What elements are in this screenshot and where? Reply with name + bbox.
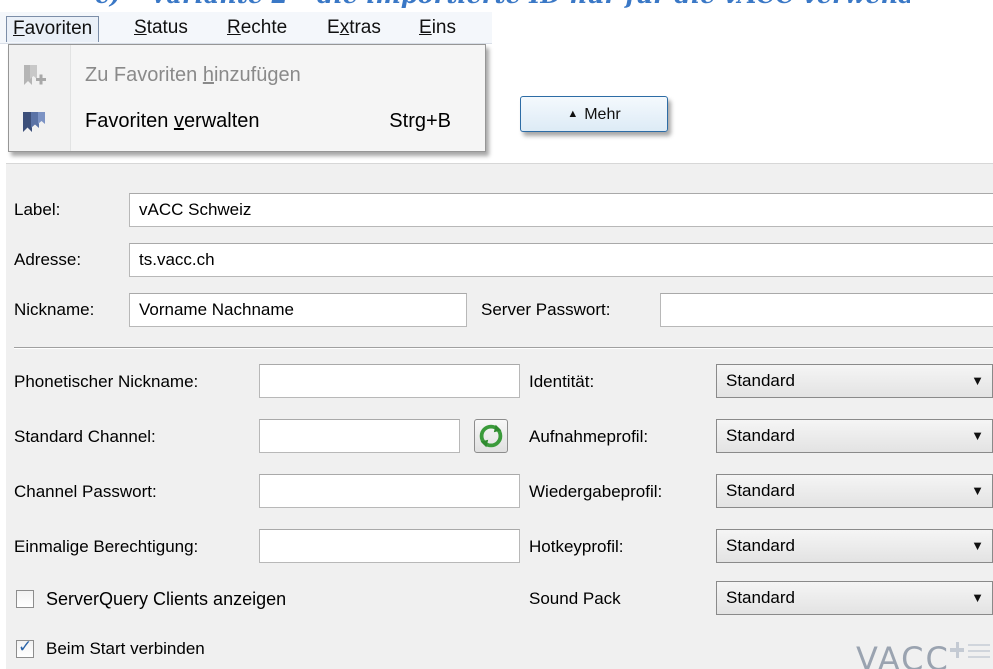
mehr-button[interactable]: ▲ Mehr bbox=[520, 96, 668, 132]
dropdown-arrow-icon: ▼ bbox=[971, 483, 984, 498]
server-password-caption: Server Passwort: bbox=[481, 300, 611, 319]
show-serverquery-checkbox[interactable] bbox=[16, 590, 34, 608]
checkmark-icon: ✓ bbox=[18, 637, 33, 656]
menu-extras[interactable]: Extras bbox=[321, 16, 387, 42]
bookmarks-manage-icon bbox=[23, 112, 45, 132]
sound-pack-caption: Sound Pack bbox=[529, 589, 621, 608]
address-input[interactable]: ts.vacc.ch bbox=[129, 243, 993, 277]
identity-select[interactable]: Standard ▼ bbox=[716, 364, 993, 398]
bookmark-add-icon bbox=[24, 65, 46, 85]
dropdown-arrow-icon: ▼ bbox=[971, 590, 984, 605]
playback-profile-caption: Wiedergabeprofil: bbox=[529, 482, 663, 501]
one-time-permission-input[interactable] bbox=[259, 529, 520, 563]
menu-item-manage-favorites[interactable]: Favoriten verwalten Strg+B bbox=[9, 101, 485, 141]
vacc-logo-watermark: VACC bbox=[856, 640, 950, 669]
connect-on-start-checkbox[interactable]: ✓ bbox=[16, 637, 34, 658]
one-time-permission-caption: Einmalige Berechtigung: bbox=[14, 537, 199, 556]
menu-item-shortcut: Strg+B bbox=[389, 110, 451, 132]
refresh-icon bbox=[479, 424, 503, 448]
default-channel-caption: Standard Channel: bbox=[14, 427, 156, 446]
menu-item-label: Zu Favoriten hinzufügen bbox=[85, 64, 301, 86]
channel-password-input[interactable] bbox=[259, 474, 520, 508]
capture-profile-select[interactable]: Standard ▼ bbox=[716, 419, 993, 453]
menu-rechte[interactable]: Rechte bbox=[221, 16, 293, 42]
menu-einstellungen[interactable]: Eins bbox=[413, 16, 462, 42]
hotkey-profile-caption: Hotkeyprofil: bbox=[529, 537, 624, 556]
default-channel-input[interactable] bbox=[259, 419, 460, 453]
menu-status[interactable]: Status bbox=[128, 16, 194, 42]
address-caption: Adresse: bbox=[14, 250, 82, 269]
divider bbox=[14, 347, 993, 349]
channel-password-caption: Channel Passwort: bbox=[14, 482, 157, 501]
capture-profile-caption: Aufnahmeprofil: bbox=[529, 427, 649, 446]
vacc-logo-mark bbox=[950, 642, 990, 658]
menu-item-label: Favoriten verwalten bbox=[85, 110, 260, 132]
server-password-input[interactable] bbox=[660, 293, 993, 327]
playback-profile-select[interactable]: Standard ▼ bbox=[716, 474, 993, 508]
triangle-up-icon: ▲ bbox=[567, 108, 579, 120]
hotkey-profile-select[interactable]: Standard ▼ bbox=[716, 529, 993, 563]
document-heading: Variante 2 – die importierte ID nur für … bbox=[150, 0, 910, 10]
nickname-caption: Nickname: bbox=[14, 300, 95, 319]
menu-favoriten[interactable]: Favoriten bbox=[6, 16, 100, 42]
nickname-input[interactable]: Vorname Nachname bbox=[129, 293, 467, 327]
phonetic-nickname-input[interactable] bbox=[259, 364, 520, 398]
menu-item-add-favorite[interactable]: Zu Favoriten hinzufügen bbox=[9, 55, 485, 95]
dropdown-arrow-icon: ▼ bbox=[971, 428, 984, 443]
dropdown-arrow-icon: ▼ bbox=[971, 373, 984, 388]
dropdown-arrow-icon: ▼ bbox=[971, 538, 984, 553]
connect-on-start-caption: Beim Start verbinden bbox=[46, 639, 205, 658]
identity-caption: Identität: bbox=[529, 372, 595, 391]
label-caption: Label: bbox=[14, 200, 61, 219]
menu-bar: Favoriten Status Rechte Extras Eins bbox=[0, 12, 492, 44]
show-serverquery-caption: ServerQuery Clients anzeigen bbox=[46, 589, 287, 609]
phonetic-nickname-caption: Phonetischer Nickname: bbox=[14, 372, 199, 391]
label-input[interactable]: vACC Schweiz bbox=[129, 193, 993, 227]
favoriten-dropdown: Zu Favoriten hinzufügen Favoriten verwal… bbox=[8, 44, 486, 152]
bookmark-form: Label: vACC Schweiz Adresse: ts.vacc.ch … bbox=[6, 163, 993, 669]
sound-pack-select[interactable]: Standard ▼ bbox=[716, 581, 993, 615]
heading-prefix: c) bbox=[95, 0, 121, 10]
refresh-channels-button[interactable] bbox=[474, 419, 508, 453]
